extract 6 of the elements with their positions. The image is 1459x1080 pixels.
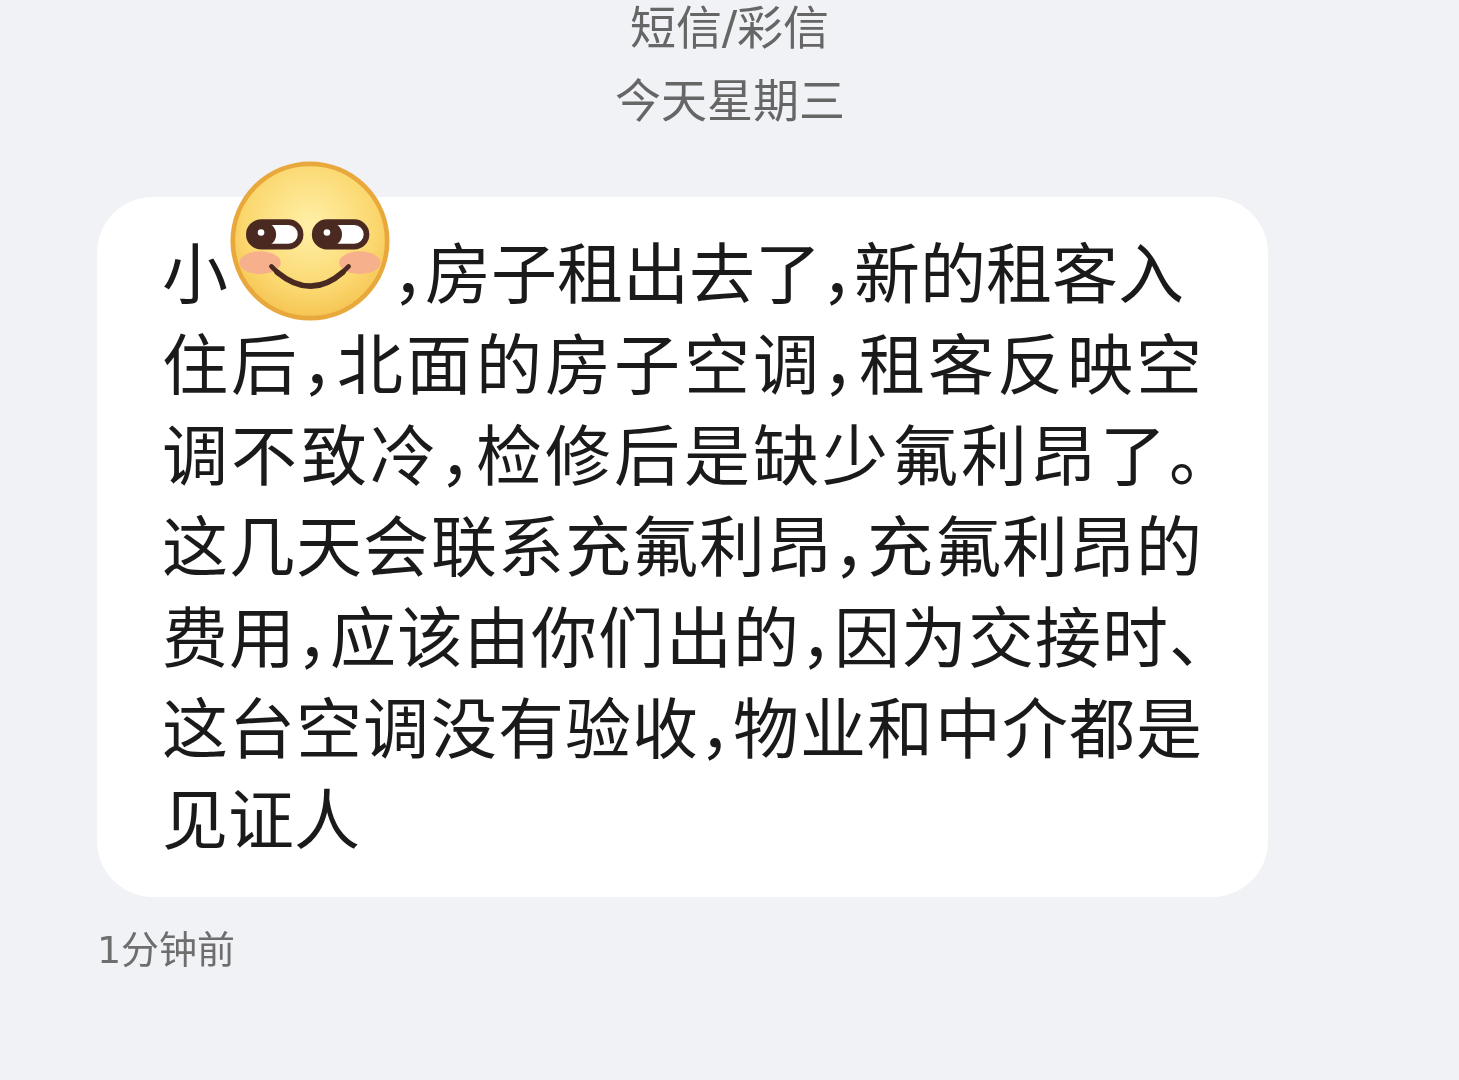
message-text: ，房子租出去了，新的租客入 xyxy=(392,236,1184,316)
message-text: 住后，北面的房子空调，租客反映空调不致冷，检修后是缺少氟利昂了。这几天会联系充氟利昂，充氟利昂的费用，应该由你们出的，因为交接时、这台空调没有验收，物业和中介都是见证人 xyxy=(162,327,1202,862)
header-title: 短信/彩信 xyxy=(629,0,830,56)
message-text: 小 xyxy=(162,236,228,316)
timestamp: 1分钟前 xyxy=(97,927,236,973)
date-label: 今天星期三 xyxy=(614,73,845,129)
